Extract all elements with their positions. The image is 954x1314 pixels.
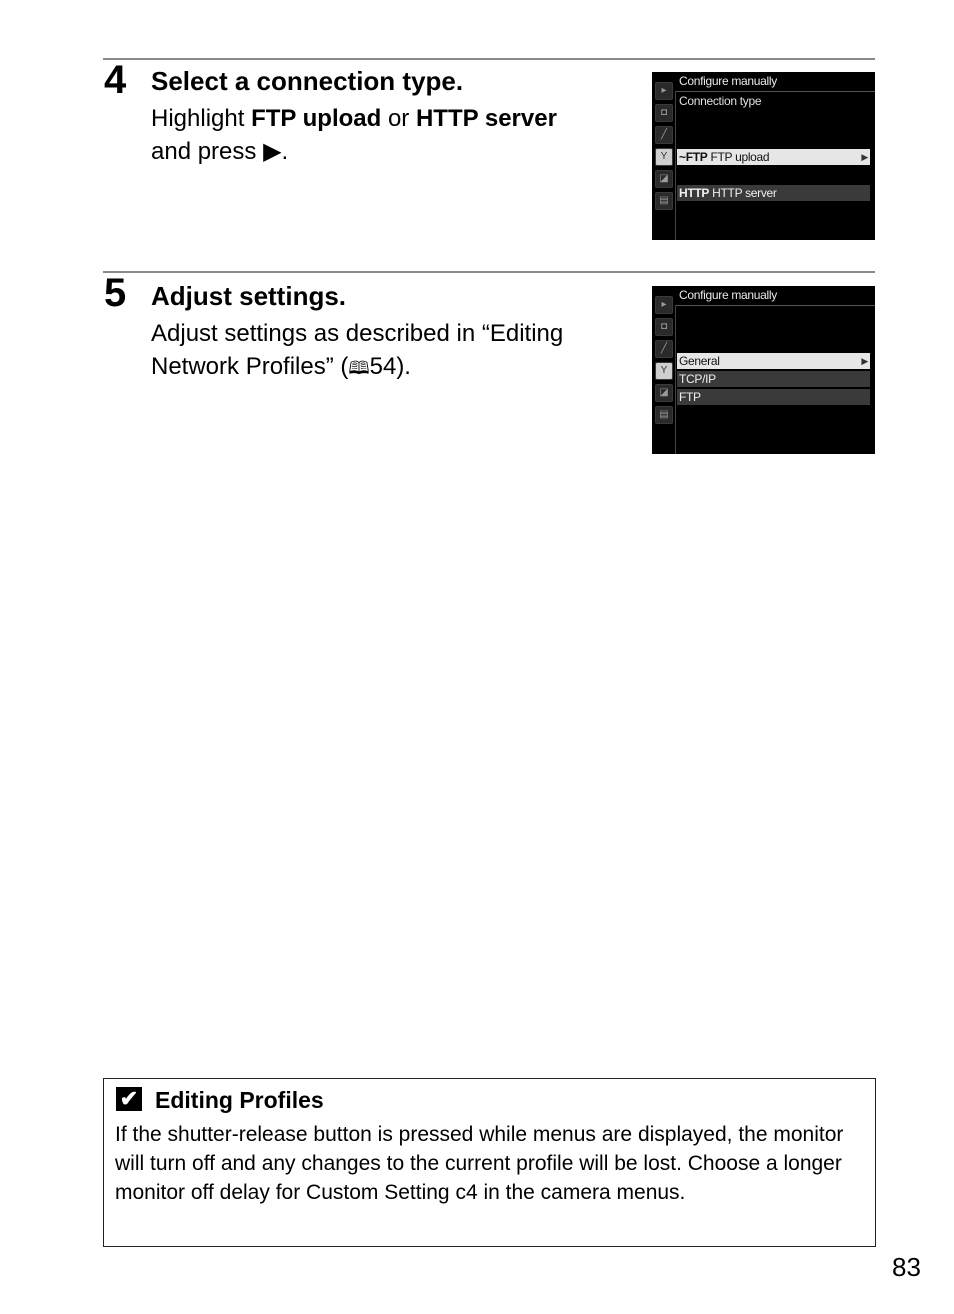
step-title: Select a connection type. [151, 66, 464, 96]
retouch-icon: ◪ [655, 170, 673, 188]
page-reference: 54 [369, 353, 397, 380]
step-number: 4 [104, 58, 127, 102]
note-body: If the shutter-release button is pressed… [115, 1123, 844, 1204]
menu-tabs: ▸ ◘ ╱ Y ◪ ▤ [655, 296, 673, 428]
chevron-right-icon: ▶ [861, 356, 868, 366]
check-mark-icon: ✔ [116, 1087, 142, 1111]
step-instructions: Highlight FTP upload or HTTP server and … [151, 105, 557, 165]
menu-item-tcp-ip: TCP/IP [677, 371, 870, 387]
screen-divider [675, 305, 676, 454]
menu-item-ftp-upload: ~FTP FTP upload ▶ [677, 149, 870, 165]
playback-icon: ▸ [655, 296, 673, 314]
screen-subheader: Connection type [679, 94, 762, 108]
screen-header: Configure manually [679, 288, 777, 302]
playback-icon: ▸ [655, 82, 673, 100]
step-5: 5 Adjust settings. Adjust settings as de… [103, 271, 875, 454]
menu-item-general: General ▶ [677, 353, 870, 369]
step-divider [103, 271, 875, 273]
wrench-icon: Y [655, 362, 673, 380]
menu-item-ref: HTTP server [415, 105, 557, 132]
camera-icon: ◘ [655, 104, 673, 122]
http-icon: HTTP [679, 186, 710, 200]
pencil-icon: ╱ [655, 340, 673, 358]
step-instructions: Adjust settings as described in “Editing… [151, 320, 564, 380]
screen-divider [676, 91, 875, 92]
screen-divider [675, 91, 676, 240]
chevron-right-icon: ▶ [861, 152, 868, 162]
step-divider [103, 58, 875, 60]
pencil-icon: ╱ [655, 126, 673, 144]
camera-icon: ◘ [655, 318, 673, 336]
retouch-icon: ◪ [655, 384, 673, 402]
wrench-icon: Y [655, 148, 673, 166]
camera-screen: Configure manually Connection type ▸ ◘ ╱… [652, 72, 875, 240]
note-box: ✔ Editing Profiles If the shutter-releas… [103, 1078, 876, 1247]
menu-item-http-server: HTTP HTTP server [677, 185, 870, 201]
my-menu-icon: ▤ [655, 406, 673, 424]
note-title: Editing Profiles [155, 1087, 324, 1113]
ftp-icon: ~FTP [679, 150, 708, 164]
menu-tabs: ▸ ◘ ╱ Y ◪ ▤ [655, 82, 673, 214]
screen-divider [676, 305, 875, 306]
page-number: 83 [892, 1252, 921, 1282]
camera-screen: Configure manually ▸ ◘ ╱ Y ◪ ▤ General ▶… [652, 286, 875, 454]
multi-selector-right-icon: ▶ [263, 138, 282, 165]
step-title: Adjust settings. [151, 281, 347, 311]
step-4: 4 Select a connection type. Highlight FT… [103, 58, 875, 240]
my-menu-icon: ▤ [655, 192, 673, 210]
menu-item-ftp: FTP [677, 389, 870, 405]
screen-header: Configure manually [679, 74, 777, 88]
menu-item-ref: FTP upload [251, 105, 382, 132]
page-reference-icon: 🕮 [348, 358, 370, 378]
step-number: 5 [104, 271, 127, 315]
